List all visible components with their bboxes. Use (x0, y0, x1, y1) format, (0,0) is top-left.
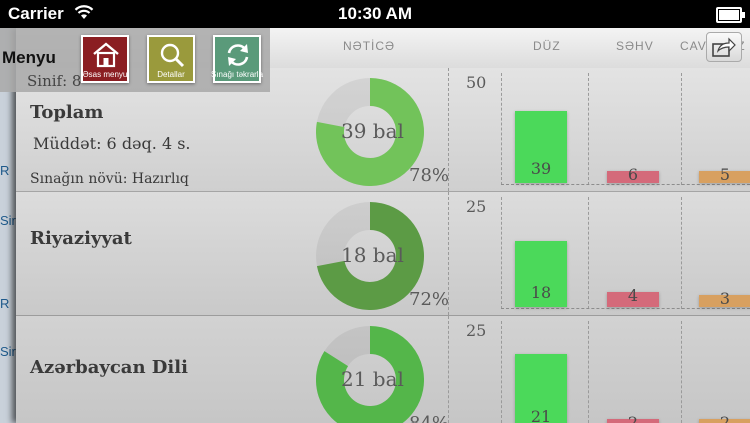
correct-value: 39 (530, 159, 552, 178)
blank-value: 5 (719, 165, 731, 184)
row-title: Azərbaycan Dili (30, 357, 188, 378)
background-item-label: R (0, 163, 10, 178)
divider (448, 68, 449, 191)
main-menu-button[interactable]: Əsas menyu (81, 35, 129, 83)
result-row-subject[interactable]: Azərbaycan Dili 21 bal 84% 25 21 2 2 (16, 316, 750, 423)
background-item-label: Sir (0, 213, 16, 228)
divider (681, 73, 682, 185)
max-score-label: 50 (466, 73, 487, 92)
button-label: Sınağı təkrarla (211, 70, 264, 79)
score-label: 21 bal (341, 367, 404, 391)
refresh-icon (227, 44, 249, 66)
column-header-correct: DÜZ (533, 39, 561, 53)
menu-title: Menyu (2, 48, 56, 67)
battery-icon (716, 7, 745, 23)
correct-value: 21 (530, 407, 552, 423)
percent-label: 72% (409, 289, 450, 310)
baseline (501, 308, 750, 309)
row-title: Riyaziyyat (30, 228, 132, 249)
background-item-label: R (0, 296, 10, 311)
percent-label: 78% (409, 165, 450, 186)
result-row-subject[interactable]: Riyaziyyat 18 bal 72% 25 18 4 3 (16, 192, 750, 317)
magnifier-icon (160, 43, 185, 68)
percent-label: 84% (409, 413, 449, 423)
details-button[interactable]: Detallar (147, 35, 195, 83)
share-button[interactable] (706, 32, 742, 62)
score-label: 39 bal (341, 119, 404, 143)
divider (681, 197, 682, 309)
home-icon (93, 42, 119, 68)
class-label: Sinif: 8 (27, 72, 82, 90)
divider (681, 321, 682, 423)
divider (501, 321, 502, 423)
divider (448, 316, 449, 423)
blank-value: 2 (719, 413, 731, 423)
wrong-value: 4 (627, 286, 639, 305)
blank-value: 3 (719, 289, 731, 308)
divider (588, 321, 589, 423)
divider (501, 73, 502, 185)
wrong-value: 2 (627, 413, 639, 423)
column-header-wrong: SƏHV (616, 39, 654, 53)
status-bar: Carrier 10:30 AM (0, 0, 750, 28)
background-item-label: Sir (0, 344, 16, 359)
divider (501, 197, 502, 309)
button-label: Detallar (157, 70, 185, 79)
button-label: Əsas menyu (82, 70, 128, 79)
correct-value: 18 (530, 283, 552, 302)
retake-test-button[interactable]: Sınağı təkrarla (211, 35, 264, 83)
test-type-label: Sınağın növü: Hazırlıq (30, 171, 189, 187)
column-header-result: NƏTİCƏ (343, 39, 396, 53)
share-icon (712, 37, 736, 57)
score-label: 18 bal (341, 243, 404, 267)
divider (588, 197, 589, 309)
max-score-label: 25 (466, 197, 487, 216)
duration-label: Müddət: 6 dəq. 4 s. (33, 134, 191, 153)
divider (448, 192, 449, 315)
baseline (501, 184, 750, 185)
row-title: Toplam (30, 102, 104, 123)
max-score-label: 25 (466, 321, 487, 340)
wrong-value: 6 (627, 165, 639, 184)
divider (588, 73, 589, 185)
clock: 10:30 AM (337, 4, 412, 23)
